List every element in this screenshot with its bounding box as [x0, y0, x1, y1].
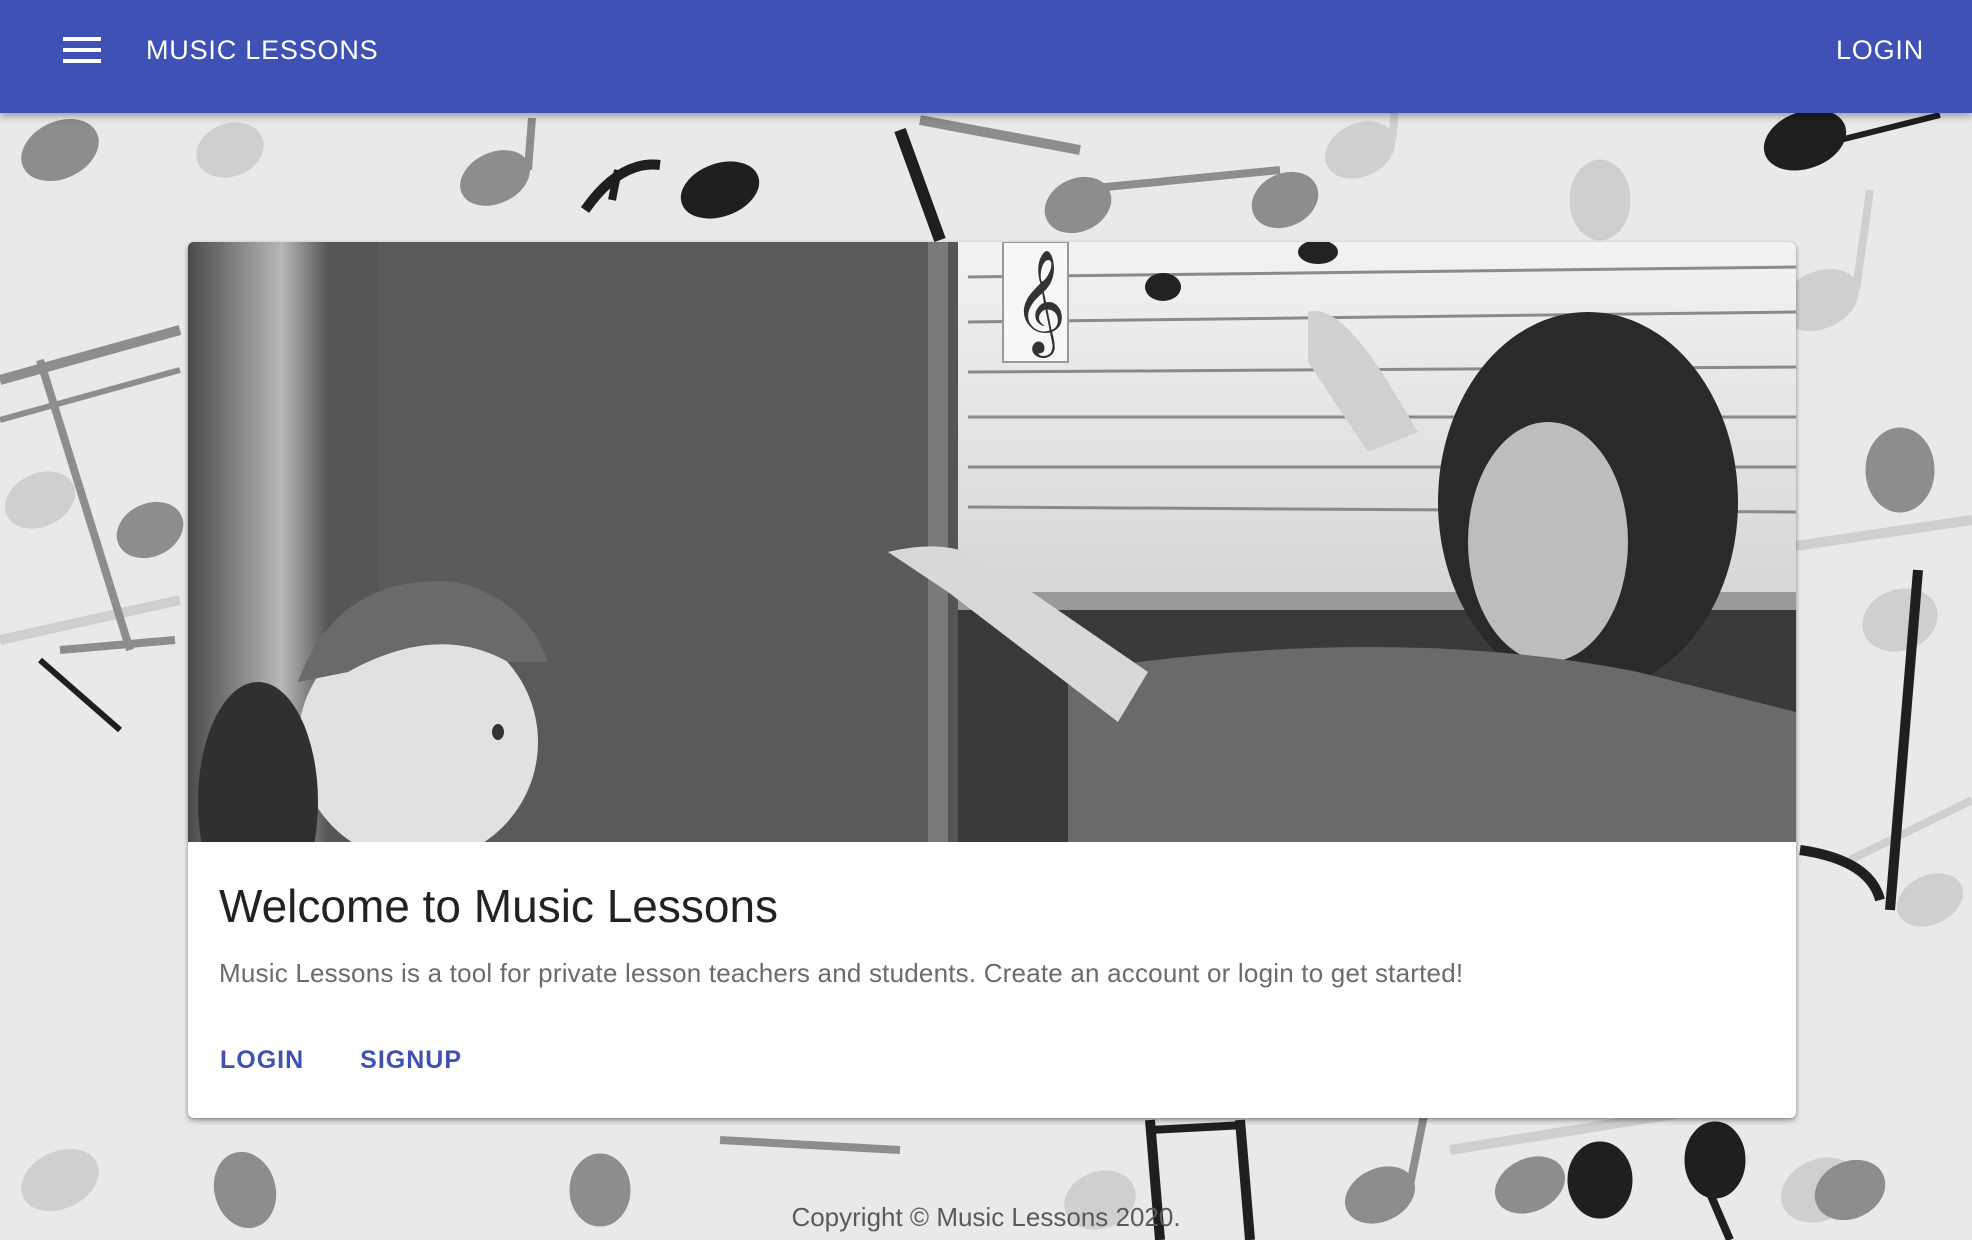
card-signup-button[interactable]: SIGNUP	[348, 1034, 474, 1086]
card-hero-image: 𝄞	[188, 242, 1796, 842]
appbar-login-button[interactable]: LOGIN	[1836, 33, 1924, 67]
svg-text:𝄞: 𝄞	[1013, 249, 1066, 358]
card-login-button[interactable]: LOGIN	[208, 1034, 316, 1086]
menu-button[interactable]	[50, 22, 114, 78]
welcome-card: 𝄞 Welcome to Music Lessons Music Lessons…	[188, 242, 1796, 1118]
card-description: Music Lessons is a tool for private less…	[219, 958, 1464, 988]
card-actions: LOGIN SIGNUP	[208, 1032, 506, 1088]
footer-copyright: Copyright © Music Lessons 2020.	[791, 1202, 1181, 1232]
menu-icon	[63, 37, 101, 63]
teacher-and-student-photo: 𝄞	[188, 242, 1796, 842]
card-title: Welcome to Music Lessons	[219, 880, 779, 932]
app-title: MUSIC LESSONS	[146, 35, 379, 65]
top-app-bar: MUSIC LESSONS LOGIN	[0, 0, 1972, 113]
